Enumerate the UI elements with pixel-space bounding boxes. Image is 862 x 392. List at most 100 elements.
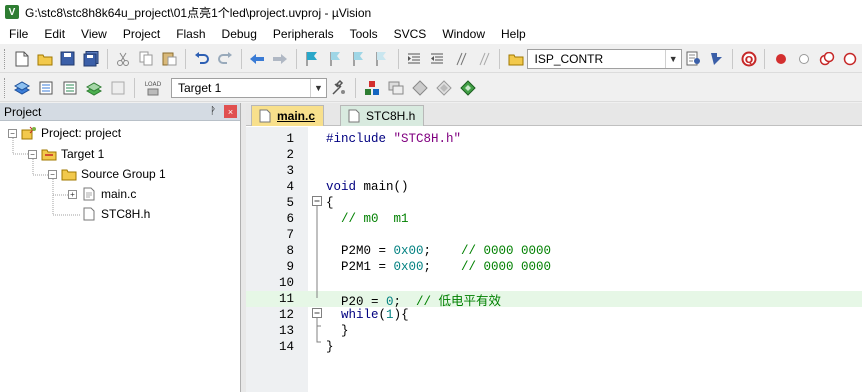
uvision-logo-icon: V: [5, 5, 19, 19]
kill-all-breakpoints-icon[interactable]: [840, 48, 861, 70]
menu-window[interactable]: Window: [433, 24, 492, 44]
uncomment-selection-icon[interactable]: [473, 48, 494, 70]
main-toolbar: ISP_CONTR ▼ Q: [0, 45, 862, 73]
code-text: while(1){: [341, 308, 409, 322]
code-line[interactable]: 14}: [246, 339, 862, 355]
code-text: }: [326, 340, 334, 354]
pack-installer-icon[interactable]: [433, 77, 455, 99]
toolbar-grip[interactable]: [4, 48, 7, 69]
target-options-icon[interactable]: [328, 77, 350, 99]
cut-icon[interactable]: [113, 48, 134, 70]
menu-svcs[interactable]: SVCS: [385, 24, 434, 44]
toolbar-separator: [764, 48, 766, 69]
code-line[interactable]: 3: [246, 163, 862, 179]
comment-selection-icon[interactable]: [450, 48, 471, 70]
indent-icon[interactable]: [404, 48, 425, 70]
code-line[interactable]: 9 P2M1 = 0x00; // 0000 0000: [246, 259, 862, 275]
file-extensions-icon[interactable]: [385, 77, 407, 99]
code-line[interactable]: 11 P20 = 0; // 低电平有效: [246, 291, 862, 309]
undo-icon[interactable]: [191, 48, 212, 70]
toolbar-separator: [732, 48, 734, 69]
redo-icon[interactable]: [214, 48, 235, 70]
tab-label: main.c: [277, 109, 316, 123]
editor-pane: main.c STC8H.h 1 #include "STC8H.h" 2 3 4 voi…: [246, 103, 862, 392]
code-line[interactable]: 2: [246, 147, 862, 163]
code-editor[interactable]: 1 #include "STC8H.h" 2 3 4 void main() 5{6 // …: [246, 127, 862, 392]
code-text: P2M0 = 0x00; // 0000 0000: [326, 244, 552, 258]
code-text: {: [326, 196, 334, 210]
batch-build-icon[interactable]: [83, 77, 105, 99]
toolbar-separator: [355, 77, 356, 98]
chevron-down-icon[interactable]: ▼: [664, 49, 681, 68]
menu-flash[interactable]: Flash: [167, 24, 212, 44]
bookmark-icon[interactable]: [302, 48, 323, 70]
code-line[interactable]: 4 void main(): [246, 179, 862, 195]
window-title: G:\stc8\stc8h8k64u_project\01点亮1个led\pro…: [25, 5, 372, 20]
prev-bookmark-icon[interactable]: [325, 48, 346, 70]
toolbar-separator: [295, 48, 297, 69]
select-packs-icon[interactable]: [409, 77, 431, 99]
code-line[interactable]: 5{: [246, 195, 862, 211]
toolbar-grip[interactable]: [4, 77, 7, 98]
disable-breakpoint-icon[interactable]: [793, 48, 814, 70]
copy-icon[interactable]: [136, 48, 157, 70]
next-bookmark-icon[interactable]: [348, 48, 369, 70]
manage-components-icon[interactable]: [361, 77, 383, 99]
incremental-find-icon[interactable]: [706, 48, 727, 70]
new-file-icon[interactable]: [11, 48, 32, 70]
stop-build-icon[interactable]: [107, 77, 129, 99]
open-folder-icon[interactable]: [34, 48, 55, 70]
navigate-back-icon[interactable]: [247, 48, 268, 70]
menu-tools[interactable]: Tools: [341, 24, 385, 44]
line-number: 13: [278, 324, 294, 338]
find-combo[interactable]: ISP_CONTR ▼: [527, 48, 682, 69]
rebuild-icon[interactable]: [59, 77, 81, 99]
toolbar-separator: [106, 48, 108, 69]
paste-icon[interactable]: [159, 48, 180, 70]
navigate-forward-icon[interactable]: [270, 48, 291, 70]
code-line[interactable]: 8 P2M0 = 0x00; // 0000 0000: [246, 243, 862, 259]
menu-peripherals[interactable]: Peripherals: [264, 24, 341, 44]
breakpoint-icon[interactable]: [770, 48, 791, 70]
code-line[interactable]: 13 }: [246, 323, 862, 339]
code-line[interactable]: 6 // m0 m1: [246, 211, 862, 227]
menu-edit[interactable]: Edit: [35, 24, 72, 44]
menu-file[interactable]: File: [0, 24, 35, 44]
clear-bookmarks-icon[interactable]: [371, 48, 392, 70]
menu-help[interactable]: Help: [492, 24, 533, 44]
menu-view[interactable]: View: [72, 24, 114, 44]
translate-icon[interactable]: [11, 77, 33, 99]
save-icon[interactable]: [57, 48, 78, 70]
download-load-icon[interactable]: LOAD: [140, 77, 166, 99]
run-time-environment-icon[interactable]: [457, 77, 479, 99]
line-number: 11: [278, 292, 294, 306]
line-number: 2: [286, 148, 294, 162]
chevron-down-icon[interactable]: ▼: [310, 78, 326, 97]
tab-label: STC8H.h: [366, 109, 416, 123]
disable-all-breakpoints-icon[interactable]: [817, 48, 838, 70]
find-document-icon[interactable]: [683, 48, 704, 70]
code-line[interactable]: 7: [246, 227, 862, 243]
find-in-files-icon[interactable]: [505, 48, 526, 70]
target-select[interactable]: Target 1 ▼: [171, 77, 327, 98]
tab-main-c[interactable]: main.c: [251, 105, 325, 126]
debug-session-icon[interactable]: Q: [738, 48, 759, 70]
line-number: 1: [286, 132, 294, 146]
line-number: 3: [286, 164, 294, 178]
code-line[interactable]: 12 while(1){: [246, 307, 862, 323]
save-all-icon[interactable]: [80, 48, 101, 70]
code-text: }: [326, 324, 349, 338]
build-icon[interactable]: [35, 77, 57, 99]
fold-margin: [312, 196, 322, 343]
menu-debug[interactable]: Debug: [213, 24, 264, 44]
editor-tabs: main.c STC8H.h: [246, 103, 862, 126]
code-text: P20 = 0; // 低电平有效: [326, 294, 502, 309]
menu-project[interactable]: Project: [114, 24, 167, 44]
unindent-icon[interactable]: [427, 48, 448, 70]
tab-stc8h-h[interactable]: STC8H.h: [340, 105, 425, 126]
toolbar-separator: [185, 48, 187, 69]
find-combo-value: ISP_CONTR: [534, 51, 604, 66]
code-line[interactable]: 1 #include "STC8H.h": [246, 131, 862, 147]
line-number: 7: [286, 228, 294, 242]
line-number: 8: [286, 244, 294, 258]
